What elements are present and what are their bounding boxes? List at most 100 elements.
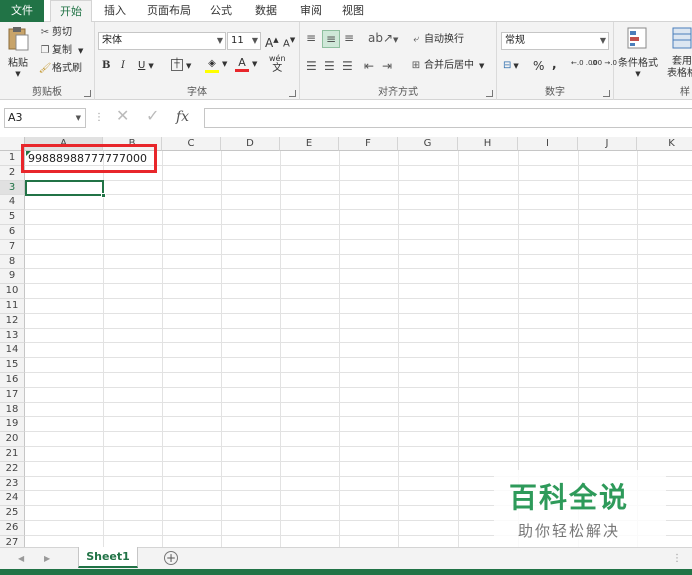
row-header-20[interactable]: 20: [0, 432, 25, 447]
copy-dropdown-icon: ▼: [78, 47, 84, 55]
scroll-left-icon[interactable]: ◀: [18, 551, 24, 567]
row-header-26[interactable]: 26: [0, 521, 25, 536]
insert-function-button[interactable]: fx: [176, 109, 189, 125]
row-header-25[interactable]: 25: [0, 506, 25, 521]
column-header-f[interactable]: F: [339, 137, 398, 151]
row-header-21[interactable]: 21: [0, 447, 25, 462]
bold-button[interactable]: B: [102, 58, 110, 74]
italic-button[interactable]: I: [121, 58, 125, 74]
paste-button[interactable]: 粘贴 ▼: [4, 26, 32, 78]
row-header-4[interactable]: 4: [0, 195, 25, 211]
tab-file[interactable]: 文件: [0, 0, 44, 22]
add-sheet-button[interactable]: +: [164, 551, 178, 565]
font-color-button[interactable]: A ▼: [235, 56, 257, 72]
tab-page-layout[interactable]: 页面布局: [143, 0, 195, 22]
cut-button[interactable]: ✂ 剪切: [38, 25, 72, 41]
align-left-icon[interactable]: ☰: [306, 58, 317, 74]
row-header-7[interactable]: 7: [0, 239, 25, 255]
format-as-table-button[interactable]: 套用 表格格: [662, 26, 692, 80]
alignment-launcher-icon[interactable]: [486, 90, 493, 97]
align-bottom-icon[interactable]: ≡: [344, 30, 354, 46]
row-header-17[interactable]: 17: [0, 387, 25, 403]
currency-button[interactable]: ⊟ ▼: [503, 58, 519, 74]
cancel-icon[interactable]: ✕: [116, 108, 129, 124]
fill-color-button[interactable]: ◈ ▼: [205, 56, 227, 73]
percent-button[interactable]: %: [533, 58, 544, 74]
enter-icon[interactable]: ✓: [146, 108, 159, 124]
chevron-down-icon: ▼: [479, 62, 485, 70]
underline-button[interactable]: U ▼: [138, 58, 154, 74]
formula-input[interactable]: [204, 108, 692, 128]
scroll-right-icon[interactable]: ▶: [44, 551, 50, 567]
column-header-j[interactable]: J: [578, 137, 637, 151]
tab-review[interactable]: 审阅: [295, 0, 327, 22]
row-header-22[interactable]: 22: [0, 461, 25, 477]
row-header-19[interactable]: 19: [0, 417, 25, 433]
column-header-c[interactable]: C: [162, 137, 221, 151]
row-header-8[interactable]: 8: [0, 254, 25, 270]
name-box[interactable]: A3 ▼: [4, 108, 86, 128]
wrap-text-button[interactable]: ⤶ 自动换行: [408, 32, 464, 48]
row-header-6[interactable]: 6: [0, 225, 25, 240]
column-header-i[interactable]: I: [518, 137, 578, 151]
row-header-9[interactable]: 9: [0, 269, 25, 285]
row-header-16[interactable]: 16: [0, 373, 25, 388]
tab-formulas[interactable]: 公式: [205, 0, 237, 22]
number-format-select[interactable]: 常规 ▼: [501, 32, 609, 50]
font-launcher-icon[interactable]: [289, 90, 296, 97]
clipboard-launcher-icon[interactable]: [84, 90, 91, 97]
tab-home[interactable]: 开始: [50, 0, 92, 23]
copy-button[interactable]: ❐ 复制 ▼: [38, 43, 84, 59]
phonetic-button[interactable]: wén 文: [269, 54, 286, 74]
chevron-down-icon: ▼: [635, 70, 641, 78]
increase-indent-icon[interactable]: ⇥: [382, 58, 392, 74]
row-header-11[interactable]: 11: [0, 299, 25, 314]
orientation-icon[interactable]: ab↗▼: [368, 30, 398, 48]
scissors-icon: ✂: [40, 27, 50, 38]
tab-view[interactable]: 视图: [337, 0, 369, 22]
align-center-icon[interactable]: ☰: [324, 58, 335, 74]
row-gridline: [25, 179, 692, 181]
comma-button[interactable]: ,: [552, 56, 557, 72]
sheet-tab-sheet1[interactable]: Sheet1: [78, 547, 138, 568]
active-cell-a3[interactable]: [25, 180, 104, 196]
row-header-23[interactable]: 23: [0, 476, 25, 492]
number-group: 常规 ▼ ⊟ ▼ % , ←.0 .00 .00 →.0 数字: [497, 22, 617, 100]
column-header-d[interactable]: D: [221, 137, 280, 151]
grow-font-button[interactable]: A▲: [265, 32, 279, 51]
conditional-format-button[interactable]: 条件格式 ▼: [616, 26, 660, 78]
phonetic-char: 文: [272, 63, 283, 74]
align-middle-icon[interactable]: ≡: [322, 30, 340, 48]
align-right-icon[interactable]: ☰: [342, 58, 353, 74]
row-header-3[interactable]: 3: [0, 180, 25, 196]
column-header-h[interactable]: H: [458, 137, 518, 151]
decrease-indent-icon[interactable]: ⇤: [364, 58, 374, 74]
row-header-5[interactable]: 5: [0, 210, 25, 225]
column-header-e[interactable]: E: [280, 137, 339, 151]
row-header-14[interactable]: 14: [0, 343, 25, 359]
row-header-10[interactable]: 10: [0, 284, 25, 299]
fill-handle[interactable]: [101, 193, 106, 198]
format-painter-button[interactable]: 🖌格式刷: [38, 61, 82, 77]
row-header-15[interactable]: 15: [0, 358, 25, 373]
row-header-13[interactable]: 13: [0, 328, 25, 344]
paint-bucket-icon: ◈: [205, 58, 219, 73]
font-size-select[interactable]: 11 ▼: [227, 32, 261, 50]
tab-data[interactable]: 数据: [250, 0, 282, 22]
column-header-k[interactable]: K: [637, 137, 692, 151]
column-header-g[interactable]: G: [398, 137, 458, 151]
chevron-down-icon: ▼: [513, 62, 519, 70]
align-top-icon[interactable]: ≡: [306, 30, 316, 46]
tab-insert[interactable]: 插入: [98, 0, 132, 22]
row-header-24[interactable]: 24: [0, 491, 25, 507]
merge-center-button[interactable]: ⊞ 合并后居中 ▼: [408, 58, 485, 74]
row-header-27[interactable]: 27: [0, 535, 25, 547]
font-name-select[interactable]: 宋体 ▼: [98, 32, 226, 50]
increase-decimal-button[interactable]: ←.0 .00: [571, 59, 597, 67]
shrink-font-button[interactable]: A▼: [283, 32, 295, 52]
border-button[interactable]: ┼ ▼: [171, 58, 191, 74]
decrease-decimal-button[interactable]: .00 →.0: [591, 59, 617, 67]
row-header-12[interactable]: 12: [0, 313, 25, 329]
number-launcher-icon[interactable]: [603, 90, 610, 97]
row-header-18[interactable]: 18: [0, 402, 25, 418]
